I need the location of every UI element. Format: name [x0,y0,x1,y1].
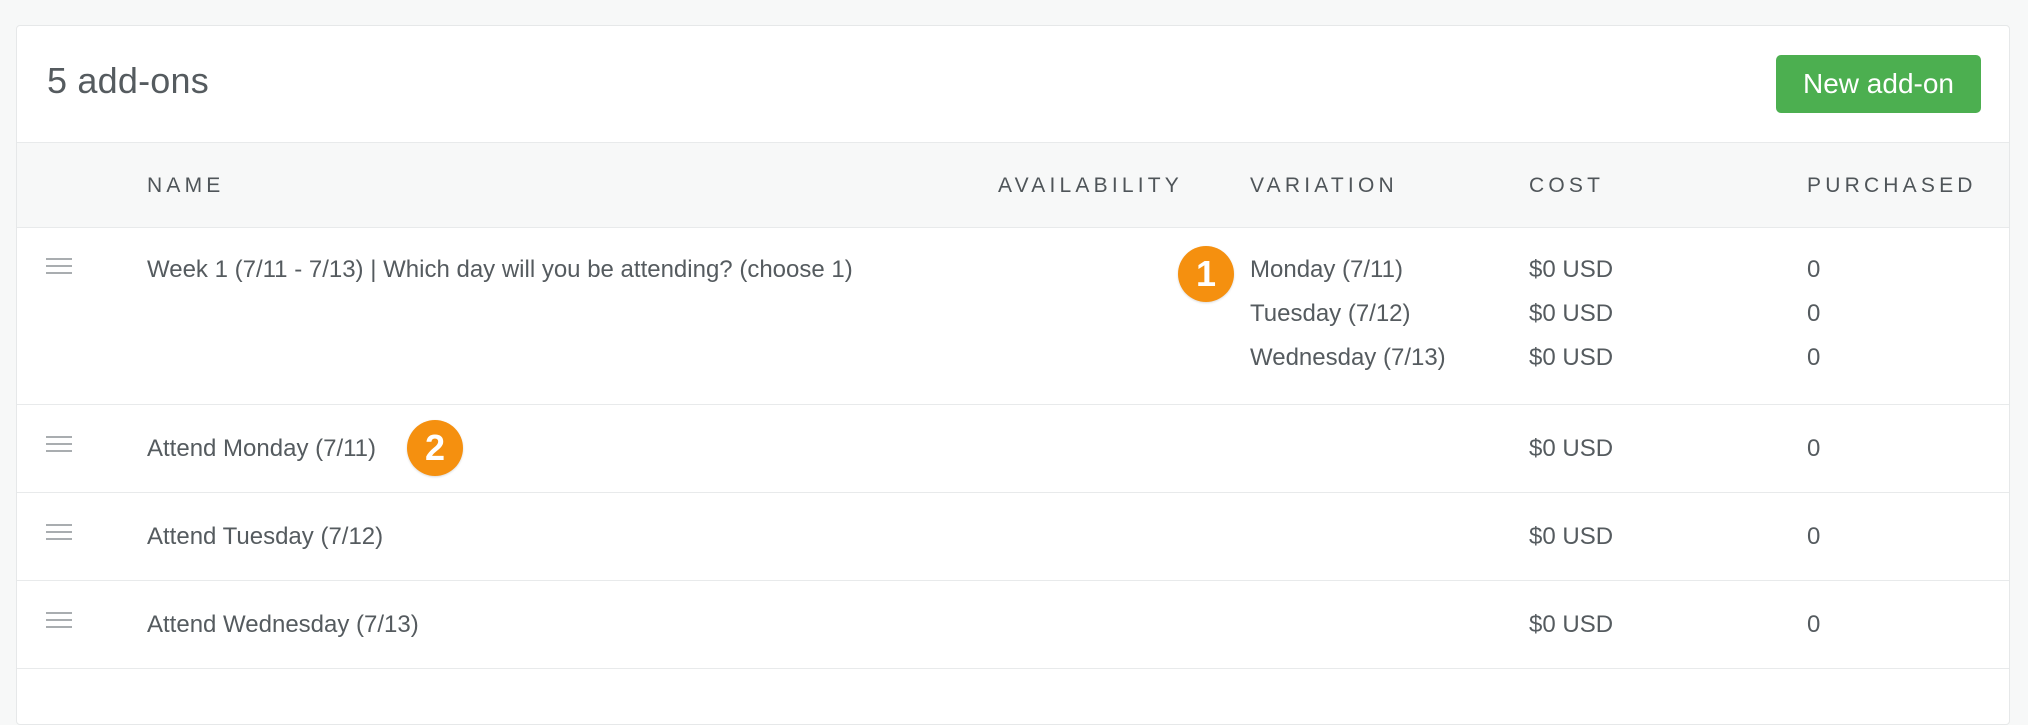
addon-cost: $0 USD [1529,435,1614,462]
addon-purchased: 0 [1807,435,1821,462]
addon-cost: $0 USD [1529,523,1614,550]
addon-name[interactable]: Attend Wednesday (7/13) [147,611,419,639]
annotation-badge-2: 2 [407,420,463,476]
drag-handle-icon[interactable] [46,436,72,453]
table-row[interactable]: Attend Tuesday (7/12) $0 USD 0 [17,493,2009,581]
variation-cost: $0 USD [1529,344,1614,371]
variation-label: Wednesday (7/13) [1250,344,1446,371]
column-header-cost[interactable]: COST [1529,174,1604,198]
addon-name[interactable]: Attend Monday (7/11) [147,435,376,463]
variation-purchased: 0 [1807,300,1821,327]
column-header-availability[interactable]: AVAILABILITY [998,174,1183,198]
variation-cost: $0 USD [1529,256,1614,283]
addon-name[interactable]: Week 1 (7/11 - 7/13) | Which day will yo… [147,256,853,284]
new-addon-button[interactable]: New add-on [1776,55,1981,113]
drag-handle-icon[interactable] [46,612,72,629]
page-title: 5 add-ons [47,60,209,101]
column-header-variation[interactable]: VARIATION [1250,174,1398,198]
addons-panel: 5 add-ons New add-on NAME AVAILABILITY V… [16,25,2010,725]
table-header: NAME AVAILABILITY VARIATION COST PURCHAS… [17,142,2009,228]
table-row[interactable]: Attend Wednesday (7/13) $0 USD 0 [17,581,2009,669]
addon-purchased: 0 [1807,611,1821,638]
variation-purchased: 0 [1807,344,1821,371]
drag-handle-icon[interactable] [46,524,72,541]
column-header-purchased[interactable]: PURCHASED [1807,174,1977,198]
addon-purchased: 0 [1807,523,1821,550]
annotation-badge-1: 1 [1178,246,1234,302]
variation-purchased: 0 [1807,256,1821,283]
table-row[interactable]: Attend Monday (7/11) 2 $0 USD 0 [17,405,2009,493]
variation-cost: $0 USD [1529,300,1614,327]
addon-cost: $0 USD [1529,611,1614,638]
panel-header: 5 add-ons New add-on [17,26,2009,142]
variation-label: Monday (7/11) [1250,256,1403,283]
column-header-name[interactable]: NAME [147,174,224,198]
table-row[interactable]: Week 1 (7/11 - 7/13) | Which day will yo… [17,228,2009,405]
addon-name[interactable]: Attend Tuesday (7/12) [147,523,383,551]
drag-handle-icon[interactable] [46,258,72,275]
variation-label: Tuesday (7/12) [1250,300,1411,327]
